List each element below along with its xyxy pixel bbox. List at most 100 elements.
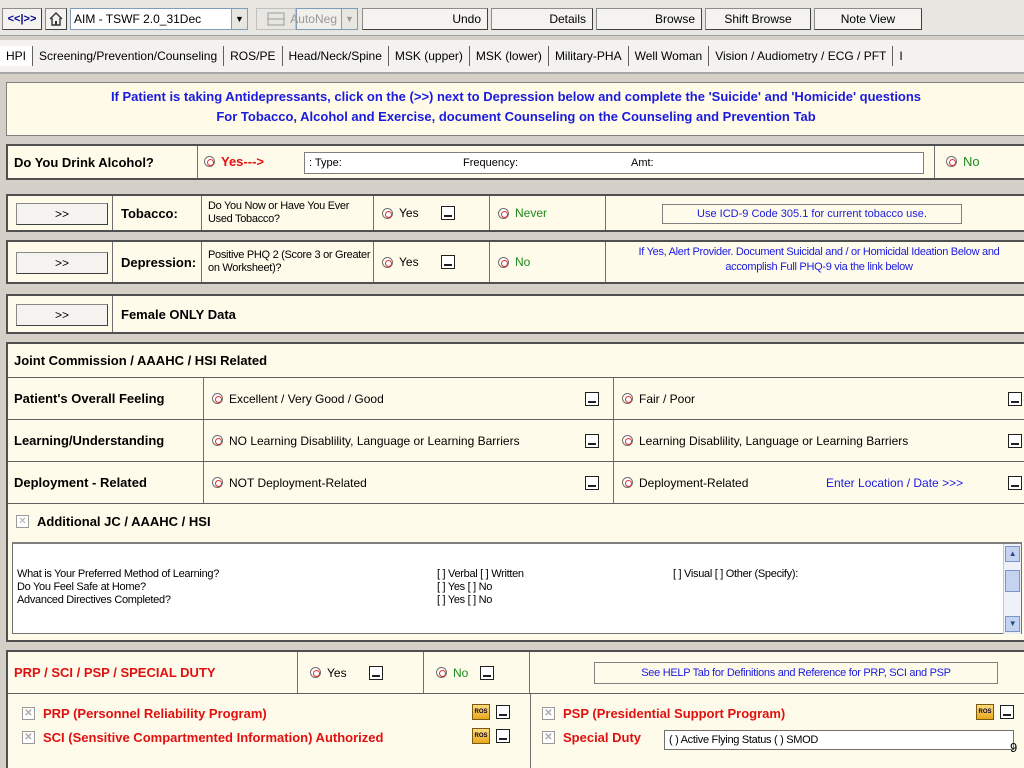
browse-button[interactable]: Browse — [596, 8, 702, 30]
depression-no-radio[interactable] — [498, 256, 509, 268]
deployment-opt2-checkbox[interactable] — [1008, 475, 1022, 490]
tab-vision-audiometry[interactable]: Vision / Audiometry / ECG / PFT — [709, 46, 894, 66]
learning-opt1-cell: NO Learning Disablility, Language or Lea… — [204, 420, 614, 461]
tab-overflow[interactable]: I — [893, 46, 908, 66]
sci-item[interactable]: ✕ SCI (Sensitive Compartmented Informatio… — [22, 730, 383, 745]
overall-feeling-opt2-radio[interactable] — [622, 393, 633, 404]
special-duty-item[interactable]: ✕ Special Duty — [542, 730, 641, 745]
alcohol-no-radio[interactable]: No — [946, 154, 980, 169]
sci-item-checkbox[interactable] — [496, 729, 510, 743]
nav-back-forward-button[interactable]: <<|>> — [2, 8, 42, 30]
tobacco-note: Use ICD-9 Code 305.1 for current tobacco… — [662, 204, 962, 224]
tobacco-yes-cell: Yes — [374, 196, 490, 230]
tobacco-expand-button[interactable]: >> — [16, 203, 108, 225]
psp-item[interactable]: ✕ PSP (Presidential Support Program) — [542, 706, 785, 721]
scroll-down-icon[interactable]: ▼ — [1005, 616, 1020, 632]
prp-item[interactable]: ✕ PRP (Personnel Reliability Program) — [22, 706, 267, 721]
tobacco-never-cell: Never — [490, 196, 606, 230]
autoneg-select[interactable]: AutoNeg ▼ — [290, 8, 358, 30]
enter-location-link[interactable]: Enter Location / Date >>> — [826, 476, 963, 490]
tab-hpi[interactable]: HPI — [0, 46, 34, 66]
details-label: Details — [549, 12, 586, 26]
overall-feeling-opt1-checkbox[interactable] — [585, 391, 599, 406]
prp-item-label: PRP (Personnel Reliability Program) — [43, 706, 267, 721]
alcohol-label: Do You Drink Alcohol? — [14, 154, 154, 170]
divider — [934, 146, 935, 178]
prp-yes-checkbox[interactable] — [368, 665, 383, 680]
prp-label: PRP / SCI / PSP / SPECIAL DUTY — [14, 665, 216, 680]
prp-no-cell: No — [424, 652, 530, 693]
female-expand-label: >> — [54, 308, 69, 322]
sci-item-actions: ROS — [472, 728, 510, 744]
shift-browse-label: Shift Browse — [724, 12, 792, 26]
shift-browse-button[interactable]: Shift Browse — [705, 8, 811, 30]
template-select[interactable]: AIM - TSWF 2.0_31Dec ▼ — [70, 8, 248, 30]
tab-msk-lower[interactable]: MSK (lower) — [470, 46, 549, 66]
tab-well-woman[interactable]: Well Woman — [629, 46, 710, 66]
prp-header-row: PRP / SCI / PSP / SPECIAL DUTY Yes No Se… — [8, 652, 1024, 694]
depression-question-cell: Positive PHQ 2 (Score 3 or Greater on Wo… — [202, 242, 374, 282]
tobacco-label-cell: Tobacco: — [112, 196, 202, 230]
learning-opt2-label: Learning Disablility, Language or Learni… — [639, 433, 909, 448]
prp-no-checkbox[interactable] — [480, 665, 495, 680]
overall-feeling-opt2-checkbox[interactable] — [1008, 391, 1022, 406]
checkbox-icon: ✕ — [22, 731, 35, 744]
prp-item-checkbox[interactable] — [496, 705, 510, 719]
tab-screening[interactable]: Screening/Prevention/Counseling — [33, 46, 225, 66]
deployment-opt1-radio[interactable] — [212, 477, 223, 488]
advanced-directives-options: [ ] Yes [ ] No — [437, 594, 493, 606]
deployment-opt1-checkbox[interactable] — [585, 475, 599, 490]
depression-question: Positive PHQ 2 (Score 3 or Greater on Wo… — [208, 249, 371, 274]
browse-label: Browse — [654, 12, 695, 26]
scroll-up-icon[interactable]: ▲ — [1005, 546, 1020, 562]
special-duty-field[interactable]: ( ) Active Flying Status ( ) SMOD — [664, 730, 1014, 750]
depression-note: If Yes, Alert Provider. Document Suicida… — [614, 245, 1024, 275]
safe-at-home-options: [ ] Yes [ ] No — [437, 581, 493, 593]
tobacco-never-radio[interactable] — [498, 207, 509, 219]
depression-yes-cell: Yes — [374, 242, 490, 282]
alcohol-details-field[interactable]: : Type: Frequency: Amt: — [304, 152, 924, 174]
ros-icon[interactable]: ROS — [976, 704, 994, 720]
learning-label-cell: Learning/Understanding — [8, 420, 204, 461]
tobacco-note-text: Use ICD-9 Code 305.1 for current tobacco… — [697, 208, 927, 220]
overall-feeling-opt1-radio[interactable] — [212, 393, 223, 404]
advanced-directives-question: Advanced Directives Completed? — [17, 594, 171, 606]
note-view-button[interactable]: Note View — [814, 8, 922, 30]
ros-icon[interactable]: ROS — [472, 704, 490, 720]
tab-military-pha[interactable]: Military-PHA — [549, 46, 629, 66]
depression-yes-checkbox[interactable] — [440, 255, 455, 269]
overall-feeling-opt2-cell: Fair / Poor — [614, 378, 1024, 419]
scroll-thumb[interactable] — [1005, 570, 1020, 592]
depression-yes-radio[interactable] — [382, 256, 393, 268]
learning-opt1-checkbox[interactable] — [585, 433, 599, 448]
home-button[interactable] — [45, 8, 67, 30]
learning-opt2-checkbox[interactable] — [1008, 433, 1022, 448]
prp-no-radio[interactable] — [436, 667, 447, 678]
psp-item-actions: ROS — [976, 704, 1014, 720]
tobacco-yes-checkbox[interactable] — [440, 206, 455, 220]
psp-item-checkbox[interactable] — [1000, 705, 1014, 719]
learning-opt1-label: NO Learning Disablility, Language or Lea… — [229, 433, 520, 448]
tobacco-row: >> Tobacco: Do You Now or Have You Ever … — [6, 194, 1024, 232]
alcohol-yes-radio[interactable]: Yes---> — [204, 154, 264, 169]
tobacco-yes-radio[interactable] — [382, 207, 393, 219]
prp-label-cell: PRP / SCI / PSP / SPECIAL DUTY — [8, 652, 298, 693]
details-button[interactable]: Details — [491, 8, 593, 30]
learning-opt1-radio[interactable] — [212, 435, 223, 446]
learning-opt2-radio[interactable] — [622, 435, 633, 446]
undo-button[interactable]: Undo — [362, 8, 488, 30]
overall-feeling-label-cell: Patient's Overall Feeling — [8, 378, 204, 419]
deployment-opt2-radio[interactable] — [622, 477, 633, 488]
depression-expand-button[interactable]: >> — [16, 252, 108, 274]
ros-icon[interactable]: ROS — [472, 728, 490, 744]
depression-expand-label: >> — [54, 256, 69, 270]
tab-msk-upper[interactable]: MSK (upper) — [389, 46, 470, 66]
additional-jc-textarea[interactable]: What is Your Preferred Method of Learnin… — [12, 542, 1022, 634]
prp-yes-radio[interactable] — [310, 667, 321, 678]
additional-jc-toggle[interactable]: ✕ Additional JC / AAAHC / HSI — [16, 514, 211, 529]
tab-ros-pe[interactable]: ROS/PE — [224, 46, 283, 66]
female-row: >> Female ONLY Data — [6, 294, 1024, 334]
scrollbar[interactable]: ▲ ▼ — [1003, 544, 1021, 634]
tab-head-neck-spine[interactable]: Head/Neck/Spine — [283, 46, 389, 66]
female-expand-button[interactable]: >> — [16, 304, 108, 326]
